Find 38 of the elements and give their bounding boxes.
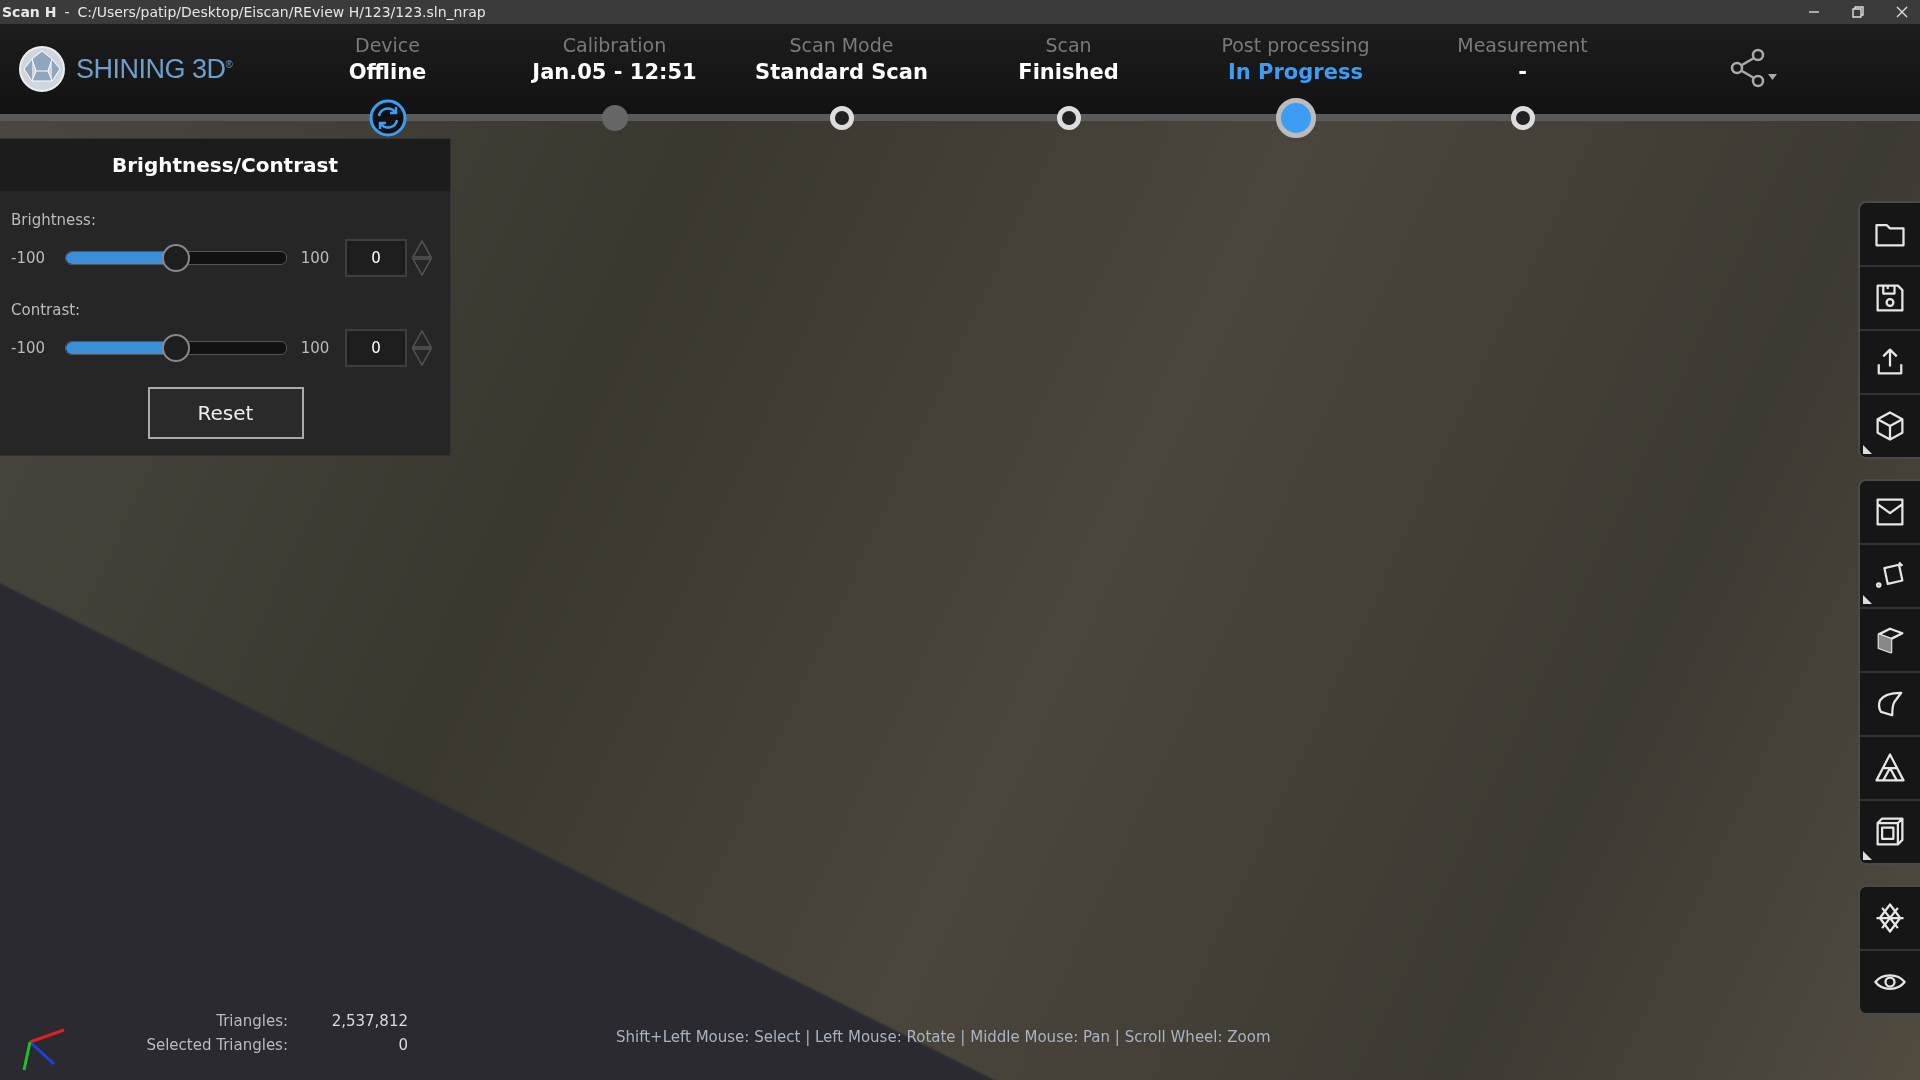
slider-min: -100 bbox=[11, 249, 47, 267]
brand-name: SHINING 3D$^{®}$ bbox=[76, 53, 233, 85]
number-field[interactable]: 0 bbox=[345, 239, 407, 277]
slider-min: -100 bbox=[11, 339, 47, 357]
slider-label: Brightness: bbox=[11, 211, 97, 229]
sphere-logo-icon bbox=[18, 45, 66, 93]
slider-label: Contrast: bbox=[11, 301, 82, 319]
stat-value: 0 bbox=[397, 1036, 408, 1054]
scan-viewport[interactable]: Brightness/Contrast Brightness: -100 100 0 Contrast: -100 100 0 Reset Triangles: 2,537,812 Selected Triangles: 0 Shift+Left Mouse: Select | Left Mouse: Rotate | Middle Mouse: Pan | Scroll Wheel: Zoom bbox=[0, 121, 1920, 1080]
step-label: Scan bbox=[1045, 34, 1092, 56]
stat-label: Triangles: bbox=[215, 1012, 288, 1030]
step-status: In Progress bbox=[1228, 60, 1363, 84]
slider-thumb[interactable] bbox=[162, 334, 190, 362]
stat-value: 2,537,812 bbox=[330, 1012, 408, 1030]
step-label: Device bbox=[355, 34, 420, 56]
reset-button[interactable]: Reset bbox=[147, 387, 304, 439]
slider-max: 100 bbox=[299, 339, 331, 357]
number-field[interactable]: 0 bbox=[345, 329, 407, 367]
step-label: Post processing bbox=[1221, 34, 1370, 56]
step-label: Scan Mode bbox=[789, 34, 894, 56]
app-name: Scan H bbox=[2, 4, 57, 20]
step-label: Measurement bbox=[1457, 34, 1588, 56]
step-label: Calibration bbox=[562, 34, 667, 56]
file-path: C:/Users/patip/Desktop/Eiscan/REview H/123/123.sln_nrap bbox=[77, 4, 486, 20]
step-status: Offline bbox=[348, 60, 427, 84]
stat-label: Selected Triangles: bbox=[145, 1036, 288, 1054]
step-status: Finished bbox=[1018, 60, 1119, 84]
mouse-hint: Shift+Left Mouse: Select | Left Mouse: Rotate | Middle Mouse: Pan | Scroll Wheel: Zoom bbox=[616, 1028, 1271, 1046]
step-status: Jan.05 - 12:51 bbox=[532, 60, 697, 84]
panel-title: Brightness/Contrast bbox=[0, 139, 450, 191]
slider-max: 100 bbox=[299, 249, 331, 267]
slider[interactable] bbox=[65, 334, 287, 362]
title-separator: - bbox=[64, 4, 70, 20]
step-status: Standard Scan bbox=[755, 60, 928, 84]
share-icon[interactable] bbox=[1728, 48, 1780, 88]
slider-thumb[interactable] bbox=[162, 244, 190, 272]
step-status: - bbox=[1518, 60, 1527, 84]
slider[interactable] bbox=[65, 244, 287, 272]
